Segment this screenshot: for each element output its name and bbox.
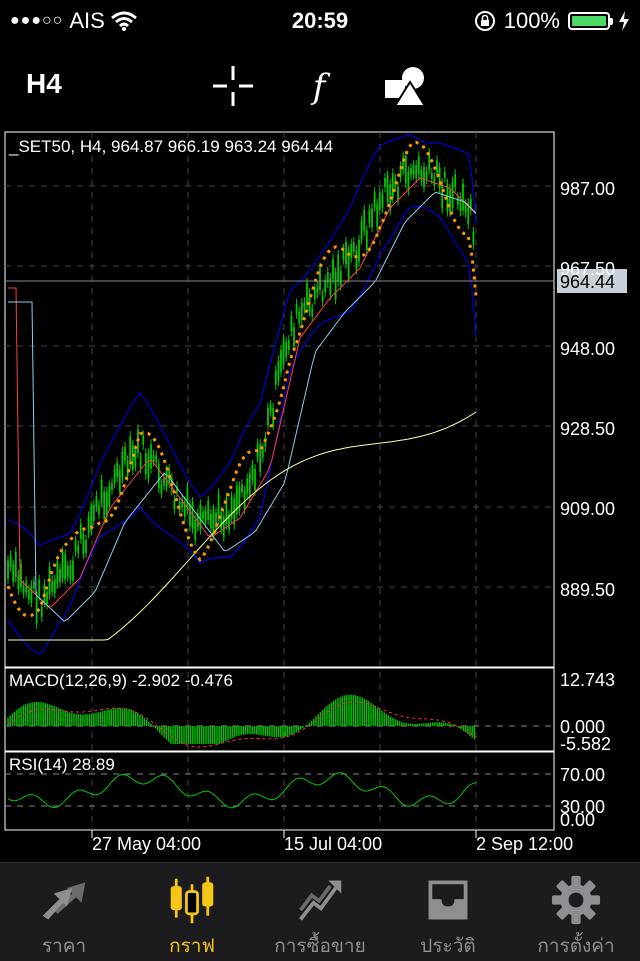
timeframe-button[interactable]: H4 xyxy=(26,68,62,100)
time-tick: 15 Jul 04:00 xyxy=(284,834,382,854)
battery-percent: 100% xyxy=(503,8,560,33)
price-chart[interactable]: 964.44 _SET50, H4, 964.87 966.19 963.24 … xyxy=(0,130,640,858)
chart-toolbar: H4 f xyxy=(0,56,640,112)
price-tick: 967.50 xyxy=(560,259,615,279)
rsi-label: RSI(14) 28.89 xyxy=(9,755,115,774)
main-pane xyxy=(4,131,555,668)
price-tick: 928.50 xyxy=(560,419,615,439)
tab-quotes[interactable]: ราคา xyxy=(0,863,128,961)
history-inbox-icon xyxy=(428,880,468,920)
settings-gear-icon xyxy=(551,875,601,925)
macd-tick: 12.743 xyxy=(560,670,615,690)
tab-bar: ราคา กราฟ การซื้อขาย ประวัติ การตั้งค่า xyxy=(0,862,640,961)
tab-label: ประวัติ xyxy=(420,936,476,957)
macd-label: MACD(12,26,9) -2.902 -0.476 xyxy=(9,671,233,690)
objects-icon[interactable] xyxy=(383,64,427,108)
rotation-lock-icon xyxy=(474,11,495,31)
candles-chart-icon xyxy=(170,876,214,924)
trade-chart-icon xyxy=(299,880,342,921)
quotes-arrows-icon xyxy=(42,882,86,920)
macd-tick: -5.582 xyxy=(560,734,611,754)
tab-history[interactable]: ประวัติ xyxy=(384,863,512,961)
price-tick: 948.00 xyxy=(560,339,615,359)
price-tick: 909.00 xyxy=(560,499,615,519)
status-bar: ●●●○○ AIS 20:59 100% xyxy=(0,0,640,40)
chart-header: _SET50, H4, 964.87 966.19 963.24 964.44 xyxy=(8,137,333,156)
time-axis: 27 May 04:00 15 Jul 04:00 2 Sep 12:00 xyxy=(91,830,573,854)
rsi-tick: 0.00 xyxy=(560,810,595,830)
tab-label: ราคา xyxy=(41,936,87,957)
function-icon[interactable]: f xyxy=(297,64,341,108)
tab-label: กราฟ xyxy=(169,936,215,957)
svg-text:f: f xyxy=(310,67,331,107)
charging-bolt-icon xyxy=(619,11,629,31)
tab-label: การซื้อขาย xyxy=(274,936,366,957)
status-right: 100% xyxy=(474,8,630,34)
crosshair-icon[interactable] xyxy=(211,64,255,108)
rsi-tick: 70.00 xyxy=(560,765,605,785)
time-tick: 27 May 04:00 xyxy=(92,834,201,854)
price-axis: 987.00 967.50 948.00 928.50 909.00 889.5… xyxy=(560,179,615,600)
battery-icon xyxy=(568,12,613,30)
tab-settings[interactable]: การตั้งค่า xyxy=(512,863,640,961)
tab-trade[interactable]: การซื้อขาย xyxy=(256,863,384,961)
tab-label: การตั้งค่า xyxy=(537,936,615,957)
time-tick: 2 Sep 12:00 xyxy=(476,834,573,854)
chart-canvas[interactable]: 964.44 _SET50, H4, 964.87 966.19 963.24 … xyxy=(0,130,640,858)
price-tick: 987.00 xyxy=(560,179,615,199)
tab-chart[interactable]: กราฟ xyxy=(128,863,256,961)
price-tick: 889.50 xyxy=(560,580,615,600)
